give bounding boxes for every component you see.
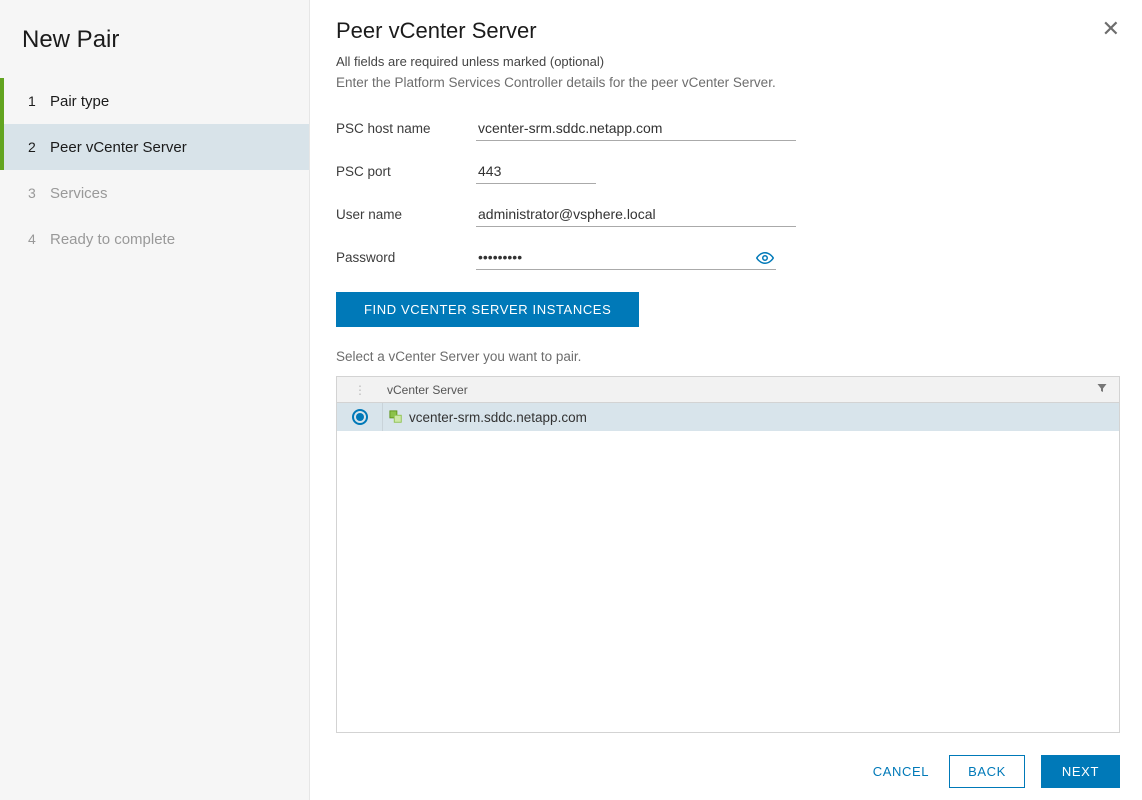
psc-host-label: PSC host name	[336, 121, 476, 136]
close-icon[interactable]: ✕	[1102, 18, 1120, 40]
vcenter-grid: ⋮ vCenter Server vcenter-srm.sddc.netapp…	[336, 376, 1120, 733]
back-button[interactable]: BACK	[949, 755, 1025, 788]
vcenter-icon	[389, 410, 403, 424]
wizard-footer: CANCEL BACK NEXT	[336, 733, 1120, 788]
page-title: Peer vCenter Server	[336, 18, 537, 44]
required-fields-note: All fields are required unless marked (o…	[336, 54, 1120, 69]
vcenter-name: vcenter-srm.sddc.netapp.com	[409, 410, 587, 425]
step-label: Services	[50, 185, 108, 202]
step-peer-vcenter[interactable]: 2 Peer vCenter Server	[0, 124, 309, 170]
username-input[interactable]	[476, 202, 796, 227]
wizard-sidebar: New Pair 1 Pair type 2 Peer vCenter Serv…	[0, 0, 310, 800]
step-number: 4	[28, 231, 50, 247]
grid-header-name[interactable]: vCenter Server	[383, 383, 1085, 397]
password-input[interactable]	[476, 245, 776, 270]
select-instruction: Select a vCenter Server you want to pair…	[336, 349, 1120, 364]
filter-icon[interactable]	[1085, 382, 1119, 397]
psc-port-input[interactable]	[476, 159, 596, 184]
next-button[interactable]: NEXT	[1041, 755, 1120, 788]
eye-icon[interactable]	[756, 249, 774, 267]
radio-selected-icon[interactable]	[352, 409, 368, 425]
step-ready[interactable]: 4 Ready to complete	[0, 216, 309, 262]
step-number: 1	[28, 93, 50, 109]
main-panel: Peer vCenter Server ✕ All fields are req…	[310, 0, 1142, 800]
cancel-button[interactable]: CANCEL	[869, 756, 933, 787]
find-vcenter-button[interactable]: FIND VCENTER SERVER INSTANCES	[336, 292, 639, 327]
username-label: User name	[336, 207, 476, 222]
instructions-text: Enter the Platform Services Controller d…	[336, 75, 1120, 90]
step-label: Peer vCenter Server	[50, 139, 187, 156]
step-label: Pair type	[50, 93, 109, 110]
step-number: 2	[28, 139, 50, 155]
step-pair-type[interactable]: 1 Pair type	[0, 78, 309, 124]
grid-header: ⋮ vCenter Server	[337, 377, 1119, 403]
wizard-title: New Pair	[0, 18, 309, 78]
table-row[interactable]: vcenter-srm.sddc.netapp.com	[337, 403, 1119, 431]
password-label: Password	[336, 250, 476, 265]
step-services[interactable]: 3 Services	[0, 170, 309, 216]
psc-port-label: PSC port	[336, 164, 476, 179]
step-number: 3	[28, 185, 50, 201]
psc-host-input[interactable]	[476, 116, 796, 141]
grid-header-separator: ⋮	[337, 383, 383, 397]
step-label: Ready to complete	[50, 231, 175, 248]
